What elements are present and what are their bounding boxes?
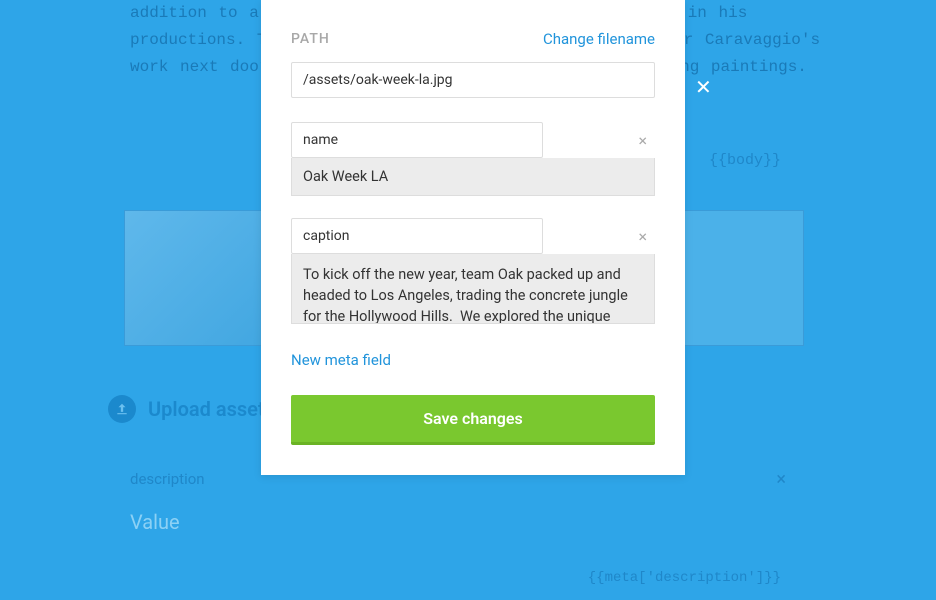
body-template-tag: {{body}} bbox=[709, 152, 781, 169]
remove-field-icon[interactable]: × bbox=[776, 469, 786, 490]
new-meta-field-link[interactable]: New meta field bbox=[291, 351, 391, 369]
meta-description-tag: {{meta['description']}} bbox=[588, 570, 781, 586]
meta-field-name: × bbox=[291, 122, 655, 196]
value-placeholder-label: Value bbox=[130, 510, 180, 534]
meta-key-input[interactable] bbox=[291, 218, 543, 254]
path-label: PATH bbox=[291, 31, 330, 47]
remove-meta-button[interactable]: × bbox=[638, 131, 647, 150]
upload-asset-label: Upload asset bbox=[148, 397, 265, 421]
meta-value-input[interactable] bbox=[291, 158, 655, 196]
asset-edit-modal: PATH Change filename × × To kick off the… bbox=[261, 0, 685, 475]
path-input[interactable] bbox=[291, 62, 655, 98]
description-key-label: description bbox=[130, 470, 205, 488]
upload-icon bbox=[108, 395, 136, 423]
upload-asset-row[interactable]: Upload asset bbox=[108, 395, 265, 423]
meta-value-textarea[interactable]: To kick off the new year, team Oak packe… bbox=[291, 254, 655, 324]
remove-meta-button[interactable]: × bbox=[638, 227, 647, 246]
close-modal-button[interactable]: ✕ bbox=[695, 78, 712, 98]
meta-field-caption: × To kick off the new year, team Oak pac… bbox=[291, 218, 655, 328]
modal-header: PATH Change filename bbox=[291, 30, 655, 48]
change-filename-link[interactable]: Change filename bbox=[543, 30, 655, 48]
save-changes-button[interactable]: Save changes bbox=[291, 395, 655, 445]
meta-key-input[interactable] bbox=[291, 122, 543, 158]
